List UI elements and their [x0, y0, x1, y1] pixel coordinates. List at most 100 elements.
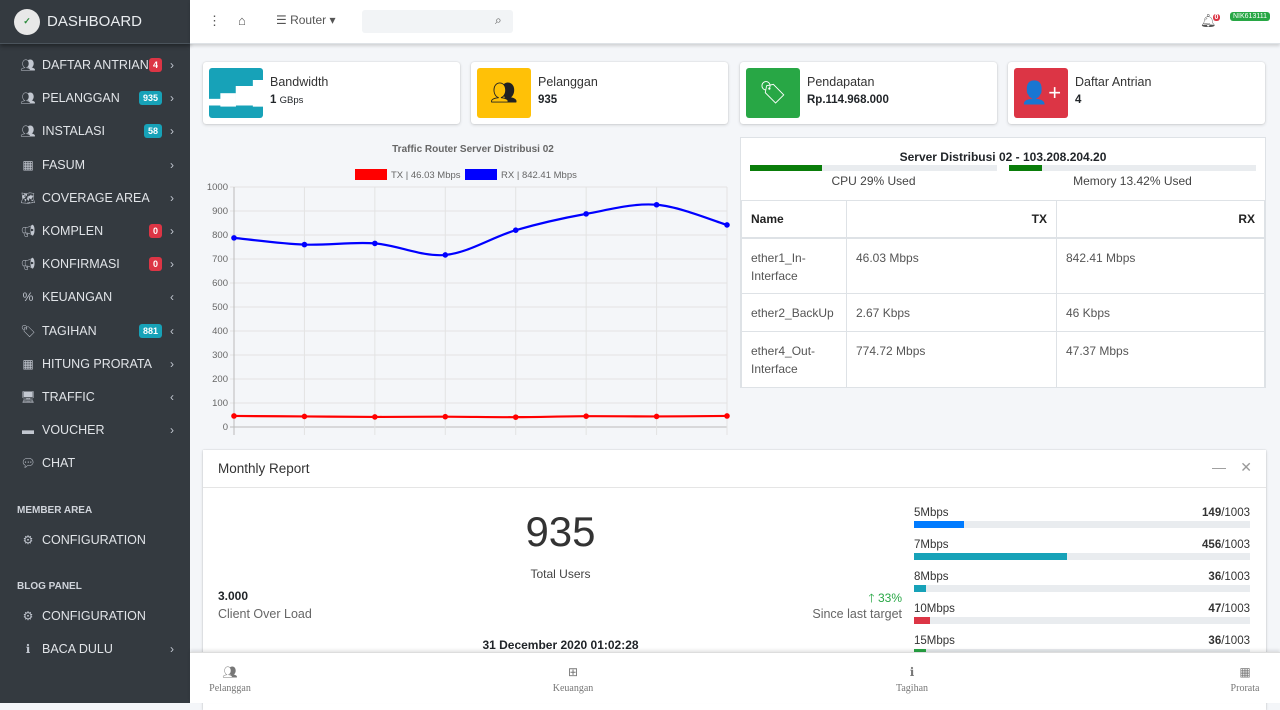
bottom-nav-prorata[interactable]: ▦ Prorata	[1231, 665, 1260, 694]
bottom-nav-label: Pelanggan	[209, 683, 251, 694]
member-area-header: MEMBER AREA	[17, 505, 93, 516]
plan-label: 7Mbps	[914, 539, 949, 551]
chevron-right-icon: ›	[170, 124, 174, 138]
sidebar-item-komplen[interactable]: 📢︎ KOMPLEN 0 ›	[0, 216, 190, 246]
sidebar-item-hitung-prorata[interactable]: ▦ HITUNG PRORATA ›	[0, 349, 190, 379]
sidebar-item-configuration[interactable]: ⚙ CONFIGURATION	[0, 525, 190, 555]
data-point[interactable]	[512, 414, 519, 420]
plan-count: 149	[1202, 507, 1222, 519]
data-point[interactable]	[442, 413, 449, 420]
server-panel: Server Distribusi 02 - 103.208.204.20 CP…	[740, 137, 1266, 388]
sidebar-item-label: KOMPLEN	[42, 224, 104, 238]
menu-toggle-icon[interactable]: ⋮	[208, 13, 221, 29]
memory-label: Memory 13.42% Used	[1073, 174, 1192, 188]
server-title: Server Distribusi 02 - 103.208.204.20	[899, 150, 1107, 164]
data-point[interactable]	[512, 227, 519, 233]
percent-icon: %	[22, 290, 34, 304]
sidebar-item-tagihan[interactable]: 🏷︎ TAGIHAN 881 ‹	[0, 316, 190, 346]
logo: ✓	[14, 8, 40, 35]
chevron-right-icon: ›	[170, 58, 174, 72]
sidebar-item-chat[interactable]: 💬︎ CHAT	[0, 448, 190, 478]
user-badge[interactable]: NIK613111	[1230, 12, 1270, 21]
data-point[interactable]	[372, 240, 378, 247]
plan-total: /1003	[1221, 635, 1250, 647]
calculator-icon: ▦	[22, 357, 34, 371]
data-point[interactable]	[301, 241, 308, 248]
sidebar-item-fasum[interactable]: ▦ FASUM ›	[0, 150, 190, 180]
cogs-icon: ⚙	[22, 609, 34, 623]
data-point[interactable]	[442, 252, 449, 258]
plan-count: 47	[1208, 603, 1222, 615]
memory-progress	[1009, 165, 1256, 171]
sidebar-item-keuangan[interactable]: % KEUANGAN ‹	[0, 282, 190, 312]
data-point[interactable]	[583, 211, 589, 217]
data-point[interactable]	[653, 413, 660, 420]
notification-bell-icon[interactable]: 🔔︎0	[1200, 13, 1232, 29]
bottom-nav-label: Tagihan	[895, 683, 929, 694]
sidebar-item-label: VOUCHER	[42, 423, 105, 437]
col-tx: TX	[846, 200, 1057, 239]
info-value: 4	[1075, 94, 1082, 106]
y-tick-label: 800	[212, 230, 228, 241]
col-name: Name	[741, 200, 847, 239]
collapse-icon[interactable]: —	[1212, 459, 1226, 475]
legend-swatch[interactable]	[355, 169, 387, 180]
info-value: Rp.114.968.000	[807, 94, 889, 106]
search-icon[interactable]: ⌕	[495, 13, 502, 28]
sidebar-item-coverage-area[interactable]: 🗺︎ COVERAGE AREA ›	[0, 183, 190, 213]
report-datetime: 31 December 2020 01:02:28	[482, 638, 639, 652]
sidebar-item-voucher[interactable]: ▬ VOUCHER ›	[0, 415, 190, 445]
sidebar-item-baca-dulu[interactable]: ℹ BACA DULU ›	[0, 634, 190, 664]
sidebar-item-label: TRAFFIC	[42, 390, 95, 404]
bullhorn-icon: 📢︎	[20, 224, 36, 238]
data-point[interactable]	[301, 413, 308, 420]
desktop-icon: 🖥︎	[20, 390, 36, 404]
sidebar-item-konfirmasi[interactable]: 📢︎ KONFIRMASI 0 ›	[0, 249, 190, 279]
y-tick-label: 1000	[207, 182, 228, 193]
sidebar-item-label: COVERAGE AREA	[42, 191, 150, 205]
plan-total: /1003	[1221, 603, 1250, 615]
building-icon: ▦	[22, 158, 34, 172]
brand-link[interactable]: ✓ DASHBOARD	[0, 0, 190, 44]
sidebar-item-label: FASUM	[42, 158, 86, 172]
sidebar-item-label: PELANGGAN	[42, 91, 120, 105]
data-point[interactable]	[724, 413, 730, 419]
sidebar-item-traffic[interactable]: 🖥︎ TRAFFIC ‹	[0, 382, 190, 412]
cell-rx: 47.37 Mbps	[1056, 331, 1265, 388]
bottom-nav-tagihan[interactable]: ℹ Tagihan	[896, 665, 928, 694]
data-point[interactable]	[231, 413, 237, 419]
plan-progress: 8Mbps 36/1003	[914, 571, 1250, 592]
sidebar-item-label: CONFIGURATION	[42, 533, 146, 547]
plan-count: 36	[1208, 635, 1222, 647]
user-plus-icon: 👤+	[1014, 68, 1068, 118]
home-icon[interactable]: ⌂	[238, 13, 246, 28]
close-icon[interactable]: ✕	[1240, 459, 1252, 476]
data-point[interactable]	[231, 235, 237, 241]
info-box-bandwidth: ▂▄▆█ Bandwidth 1 GBps	[203, 62, 460, 124]
info-value: 935	[538, 94, 558, 106]
y-tick-label: 400	[212, 326, 228, 337]
table-row: ether4_Out-Interface 774.72 Mbps 47.37 Mbp…	[741, 331, 1265, 388]
plan-label: 10Mbps	[914, 603, 955, 615]
sidebar-item-label: TAGIHAN	[42, 324, 97, 338]
sidebar-item-daftar-antrian[interactable]: 👥︎ DAFTAR ANTRIAN 4 ›	[0, 50, 190, 80]
legend-label: RX | 842.41 Mbps	[501, 170, 577, 181]
bottom-nav-pelanggan[interactable]: 👥︎ Pelanggan	[209, 665, 251, 694]
search-input[interactable]	[362, 10, 513, 33]
legend-swatch[interactable]	[465, 169, 497, 180]
chevron-left-icon: ‹	[170, 390, 174, 404]
chevron-right-icon: ›	[170, 191, 174, 205]
tag-icon: 🏷︎	[20, 324, 36, 338]
sidebar-item-instalasi[interactable]: 👥︎ INSTALASI 58 ›	[0, 116, 190, 146]
data-point[interactable]	[372, 414, 378, 420]
data-point[interactable]	[653, 201, 660, 208]
router-dropdown[interactable]: ☰ Router ▾	[276, 13, 335, 27]
sidebar-item-pelanggan[interactable]: 👥︎ PELANGGAN 935 ›	[0, 83, 190, 113]
blog-panel-header: BLOG PANEL	[17, 581, 82, 592]
sidebar-item-configuration[interactable]: ⚙ CONFIGURATION	[0, 601, 190, 631]
table-row: ether2_BackUp 2.67 Kbps 46 Kbps	[741, 293, 1265, 332]
chevron-left-icon: ‹	[170, 324, 174, 338]
bottom-nav-keuangan[interactable]: ⊞ Keuangan	[553, 665, 594, 694]
data-point[interactable]	[724, 222, 730, 228]
data-point[interactable]	[583, 413, 589, 420]
